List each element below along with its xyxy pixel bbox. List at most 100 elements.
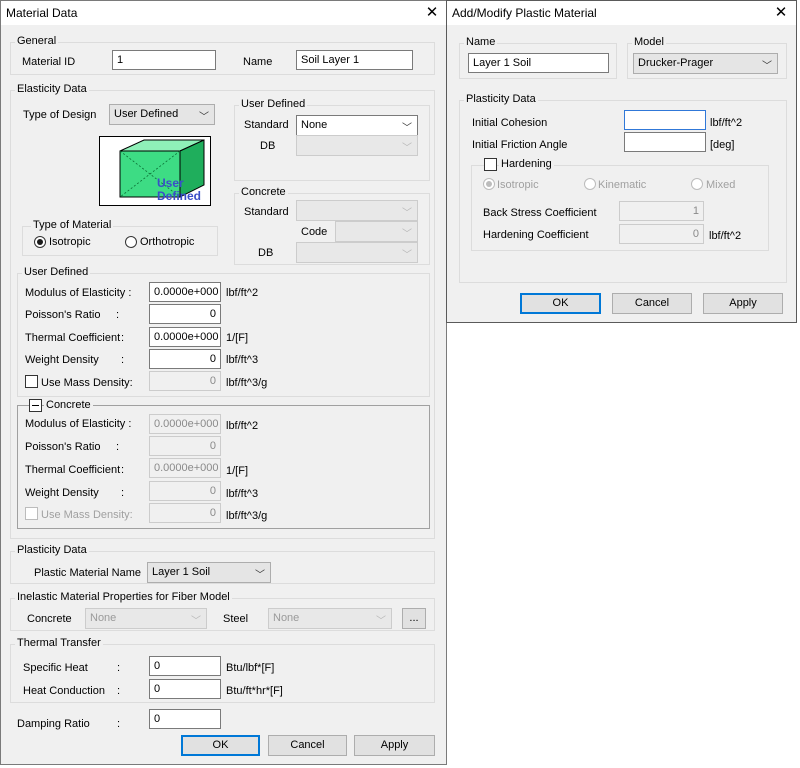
elasticity-group-title: Elasticity Data	[15, 83, 89, 95]
c-weight-input[interactable]: 0	[149, 481, 221, 501]
c-mass-density-checkbox[interactable]	[25, 507, 38, 520]
concrete-db-select[interactable]: ﹀	[296, 242, 418, 263]
ud-weight-input[interactable]: 0	[149, 349, 221, 369]
material-title-bar: Material Data ✕	[1, 1, 446, 25]
inelastic-concrete-label: Concrete	[27, 613, 72, 625]
ud-standard-select[interactable]: None ﹀	[296, 115, 418, 136]
c-poisson-input[interactable]: 0	[149, 436, 221, 456]
hardening-mixed-radio[interactable]	[691, 178, 703, 190]
hardening-mixed-label: Mixed	[706, 179, 736, 191]
concrete-code-label: Code	[301, 226, 328, 238]
chevron-down-icon: ﹀	[255, 570, 265, 581]
plastic-apply-button[interactable]: Apply	[703, 293, 783, 314]
material-ok-button[interactable]: OK	[181, 735, 260, 756]
inelastic-steel-value: None	[273, 612, 300, 624]
plastic-model-select[interactable]: Drucker-Prager ﹀	[633, 53, 778, 74]
chevron-down-icon: ﹀	[762, 61, 772, 72]
concrete-standard-group-title: Concrete	[239, 186, 288, 198]
material-apply-button[interactable]: Apply	[354, 735, 435, 756]
inelastic-steel-select[interactable]: None ﹀	[268, 608, 392, 629]
hardening-kinematic-label: Kinematic	[598, 179, 647, 191]
damping-ratio-colon: :	[117, 718, 121, 730]
type-of-material-title: Type of Material	[31, 219, 114, 231]
material-name-input[interactable]: Soil Layer 1	[296, 50, 413, 70]
specific-heat-unit: Btu/lbf*[F]	[226, 662, 275, 674]
plastic-model-value: Drucker-Prager	[638, 57, 714, 69]
type-of-design-select[interactable]: User Defined ﹀	[109, 104, 215, 125]
material-cancel-button[interactable]: Cancel	[268, 735, 347, 756]
plastic-name-input[interactable]: Layer 1 Soil	[468, 53, 609, 73]
initial-friction-input[interactable]	[624, 132, 706, 152]
ud-modulus-unit: lbf/ft^2	[226, 287, 259, 299]
hardening-label: Hardening	[499, 158, 554, 170]
chevron-down-icon: ﹀	[191, 616, 201, 627]
initial-cohesion-unit: lbf/ft^2	[710, 117, 743, 129]
ud-poisson-label: Poisson's Ratio	[25, 309, 101, 321]
hardening-coefficient-label: Hardening Coefficient	[483, 229, 589, 241]
concrete-collapse-toggle[interactable]	[29, 399, 42, 412]
initial-cohesion-input[interactable]	[624, 110, 706, 130]
concrete-code-select[interactable]: ﹀	[335, 221, 418, 242]
ud-mass-density-checkbox[interactable]	[25, 375, 38, 388]
concrete-standard-select[interactable]: ﹀	[296, 200, 418, 221]
material-data-dialog: Material Data ✕ General Material ID 1 Na…	[0, 0, 447, 765]
c-thermal-colon: :	[121, 464, 125, 476]
material-dialog-title: Material Data	[6, 6, 78, 20]
hardening-isotropic-label: Isotropic	[497, 179, 539, 191]
specific-heat-input[interactable]: 0	[149, 656, 221, 676]
ud-modulus-input[interactable]: 0.0000e+000	[149, 282, 221, 302]
c-mass-density-label: Use Mass Density:	[41, 509, 133, 521]
heat-conduction-label: Heat Conduction	[23, 685, 105, 697]
fiber-model-more-button[interactable]: ...	[402, 608, 426, 629]
ud-weight-colon: :	[121, 354, 125, 366]
c-modulus-input[interactable]: 0.0000e+000	[149, 414, 221, 434]
c-poisson-label: Poisson's Ratio	[25, 441, 101, 453]
material-id-label: Material ID	[22, 56, 76, 68]
plastic-material-select[interactable]: Layer 1 Soil ﹀	[147, 562, 271, 583]
damping-ratio-input[interactable]: 0	[149, 709, 221, 729]
c-weight-label: Weight Density	[25, 487, 99, 499]
c-mass-density-input[interactable]: 0	[149, 503, 221, 523]
ud-thermal-input[interactable]: 0.0000e+000	[149, 327, 221, 347]
isotropic-radio[interactable]	[34, 236, 46, 248]
close-icon[interactable]: ✕	[417, 2, 447, 24]
hardening-checkbox[interactable]	[484, 158, 497, 171]
ud-poisson-input[interactable]: 0	[149, 304, 221, 324]
hardening-coefficient-input[interactable]: 0	[619, 224, 704, 244]
c-thermal-label: Thermal Coefficient	[25, 464, 121, 476]
plastic-name-title: Name	[464, 36, 498, 48]
orthotropic-radio[interactable]	[125, 236, 137, 248]
hardening-isotropic-radio[interactable]	[483, 178, 495, 190]
material-id-input[interactable]: 1	[112, 50, 216, 70]
close-icon[interactable]: ✕	[766, 2, 796, 24]
plastic-ok-button[interactable]: OK	[520, 293, 601, 314]
ud-standard-group-title: User Defined	[239, 98, 308, 110]
plastic-model-title: Model	[632, 36, 666, 48]
plastic-cancel-button[interactable]: Cancel	[612, 293, 692, 314]
type-of-design-value: User Defined	[114, 108, 179, 120]
ud-standard-label: Standard	[244, 119, 289, 131]
plastic-title-bar: Add/Modify Plastic Material ✕	[447, 1, 796, 25]
back-stress-input[interactable]: 1	[619, 201, 704, 221]
ud-weight-label: Weight Density	[25, 354, 99, 366]
user-defined-properties-title: User Defined	[22, 266, 91, 278]
user-defined-cube-image: User Defined	[99, 136, 211, 206]
heat-conduction-input[interactable]: 0	[149, 679, 221, 699]
plastic-plasticity-title: Plasticity Data	[464, 93, 538, 105]
c-mass-density-unit: lbf/ft^3/g	[226, 510, 268, 522]
ud-poisson-colon: :	[116, 309, 120, 321]
material-name-label: Name	[243, 56, 273, 68]
inelastic-concrete-select[interactable]: None ﹀	[85, 608, 207, 629]
type-of-design-label: Type of Design	[23, 109, 97, 121]
chevron-down-icon: ﹀	[402, 250, 412, 261]
c-thermal-input[interactable]: 0.0000e+000	[149, 458, 221, 478]
hardening-kinematic-radio[interactable]	[584, 178, 596, 190]
ud-thermal-unit: 1/[F]	[226, 332, 249, 344]
ud-mass-density-input[interactable]: 0	[149, 371, 221, 391]
chevron-down-icon: ﹀	[402, 123, 412, 134]
ud-db-select[interactable]: ﹀	[296, 135, 418, 156]
plastic-material-name-label: Plastic Material Name	[34, 567, 141, 579]
specific-heat-colon: :	[117, 662, 121, 674]
ud-thermal-colon: :	[121, 332, 125, 344]
ud-mass-density-label: Use Mass Density:	[41, 377, 133, 389]
